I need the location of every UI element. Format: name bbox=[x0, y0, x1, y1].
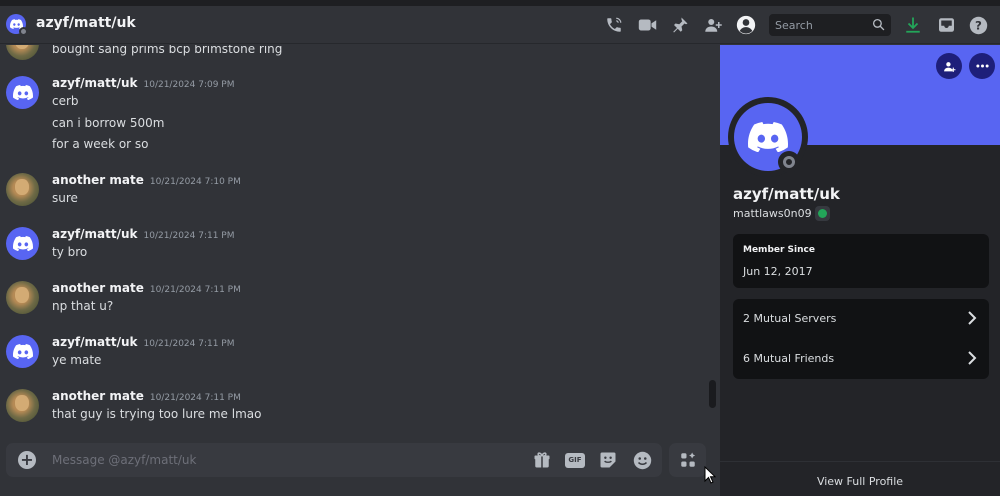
search-box[interactable] bbox=[769, 14, 891, 36]
scrollbar-thumb[interactable] bbox=[709, 380, 716, 408]
view-full-profile-label: View Full Profile bbox=[816, 475, 904, 488]
message-author[interactable]: azyf/matt/uk 10/21/2024 7:09 PM bbox=[52, 76, 235, 90]
avatar[interactable] bbox=[6, 281, 39, 314]
message-timestamp: 10/21/2024 7:10 PM bbox=[149, 177, 241, 187]
message-author[interactable]: another mate 10/21/2024 7:11 PM bbox=[52, 281, 241, 295]
channel-title: azyf/matt/uk bbox=[36, 15, 136, 31]
message-list[interactable]: bought sang prims bcp brimstone ring azy… bbox=[0, 45, 720, 442]
message-content: np that u? bbox=[52, 299, 114, 313]
message-content: ye mate bbox=[52, 353, 102, 367]
message-author[interactable]: another mate 10/21/2024 7:11 PM bbox=[52, 389, 241, 403]
gif-label: GIF bbox=[565, 452, 585, 468]
member-since-card: Member Since Jun 12, 2017 bbox=[733, 234, 989, 288]
message-content: cerb bbox=[52, 94, 79, 108]
avatar[interactable] bbox=[6, 389, 39, 422]
add-friends-icon[interactable] bbox=[703, 15, 723, 35]
discord-logo-icon bbox=[748, 122, 788, 152]
apps-button[interactable] bbox=[669, 443, 706, 477]
avatar[interactable] bbox=[6, 173, 39, 206]
more-options-button[interactable] bbox=[969, 53, 995, 79]
search-input[interactable] bbox=[775, 17, 871, 33]
author-name[interactable]: azyf/matt/uk bbox=[52, 76, 138, 90]
member-since-value: Jun 12, 2017 bbox=[743, 265, 813, 278]
svg-text:?: ? bbox=[975, 18, 982, 32]
dm-avatar[interactable] bbox=[6, 14, 28, 36]
view-full-profile-button[interactable]: View Full Profile bbox=[720, 461, 1000, 496]
download-icon[interactable] bbox=[903, 15, 923, 35]
add-friend-button[interactable] bbox=[936, 53, 962, 79]
avatar[interactable] bbox=[6, 335, 39, 368]
author-name[interactable]: azyf/matt/uk bbox=[52, 335, 138, 349]
gif-button[interactable]: GIF bbox=[564, 451, 586, 469]
message-author[interactable]: azyf/matt/uk 10/21/2024 7:11 PM bbox=[52, 227, 235, 241]
sticker-icon[interactable] bbox=[598, 451, 618, 469]
emoji-icon[interactable] bbox=[632, 451, 652, 469]
voice-call-icon[interactable] bbox=[604, 15, 624, 35]
message-author[interactable]: azyf/matt/uk 10/21/2024 7:11 PM bbox=[52, 335, 235, 349]
author-name[interactable]: azyf/matt/uk bbox=[52, 227, 138, 241]
author-name[interactable]: another mate bbox=[52, 389, 144, 403]
add-attachment-button[interactable]: + bbox=[18, 451, 36, 469]
add-friend-icon bbox=[943, 61, 955, 72]
message-author[interactable]: another mate 10/21/2024 7:10 PM bbox=[52, 173, 241, 187]
message-composer: + GIF bbox=[6, 443, 662, 477]
author-name[interactable]: another mate bbox=[52, 281, 144, 295]
avatar[interactable] bbox=[6, 45, 39, 60]
message-timestamp: 10/21/2024 7:09 PM bbox=[143, 80, 235, 90]
message-timestamp: 10/21/2024 7:11 PM bbox=[143, 339, 235, 349]
inbox-icon[interactable] bbox=[936, 15, 956, 35]
message-timestamp: 10/21/2024 7:11 PM bbox=[149, 285, 241, 295]
gift-icon[interactable] bbox=[532, 451, 552, 469]
message-input[interactable] bbox=[52, 452, 492, 468]
message-timestamp: 10/21/2024 7:11 PM bbox=[149, 393, 241, 403]
mutual-friends-label: 6 Mutual Friends bbox=[743, 352, 835, 365]
author-name[interactable]: another mate bbox=[52, 173, 144, 187]
discord-logo-icon bbox=[12, 344, 33, 359]
offline-status-indicator bbox=[778, 151, 800, 173]
search-icon bbox=[872, 18, 885, 31]
apps-icon bbox=[680, 452, 695, 467]
mutual-friends-row[interactable]: 6 Mutual Friends bbox=[733, 339, 989, 379]
message-content: can i borrow 500m bbox=[52, 116, 165, 130]
ellipsis-icon bbox=[975, 64, 989, 68]
video-call-icon[interactable] bbox=[637, 15, 657, 35]
mutual-servers-row[interactable]: 2 Mutual Servers bbox=[733, 299, 989, 339]
channel-header: azyf/matt/uk ? bbox=[0, 6, 1000, 44]
chevron-right-icon bbox=[968, 311, 977, 325]
discord-logo-icon bbox=[12, 236, 33, 251]
profile-display-name: azyf/matt/uk bbox=[733, 185, 840, 203]
mouse-cursor-icon bbox=[704, 466, 716, 484]
user-profile-panel: azyf/matt/uk mattlaws0n09 Member Since J… bbox=[720, 45, 1000, 496]
mutuals-card: 2 Mutual Servers 6 Mutual Friends bbox=[733, 299, 989, 379]
message-content: for a week or so bbox=[52, 137, 149, 151]
pinned-icon[interactable] bbox=[670, 15, 690, 35]
message-timestamp: 10/21/2024 7:11 PM bbox=[143, 231, 235, 241]
profile-toggle-icon[interactable] bbox=[736, 15, 756, 35]
message-content: sure bbox=[52, 191, 78, 205]
profile-username: mattlaws0n09 bbox=[733, 207, 812, 220]
avatar[interactable] bbox=[6, 76, 39, 109]
member-since-label: Member Since bbox=[743, 245, 815, 255]
discord-logo-icon bbox=[12, 85, 33, 100]
message-content: bought sang prims bcp brimstone ring bbox=[52, 45, 283, 56]
mutual-servers-label: 2 Mutual Servers bbox=[743, 312, 837, 325]
message-content: ty bro bbox=[52, 245, 88, 259]
avatar[interactable] bbox=[6, 227, 39, 260]
chevron-right-icon bbox=[968, 351, 977, 365]
badge-icon[interactable] bbox=[815, 206, 830, 221]
status-indicator bbox=[19, 27, 28, 36]
help-icon[interactable]: ? bbox=[968, 15, 988, 35]
message-content: that guy is trying too lure me lmao bbox=[52, 407, 262, 421]
